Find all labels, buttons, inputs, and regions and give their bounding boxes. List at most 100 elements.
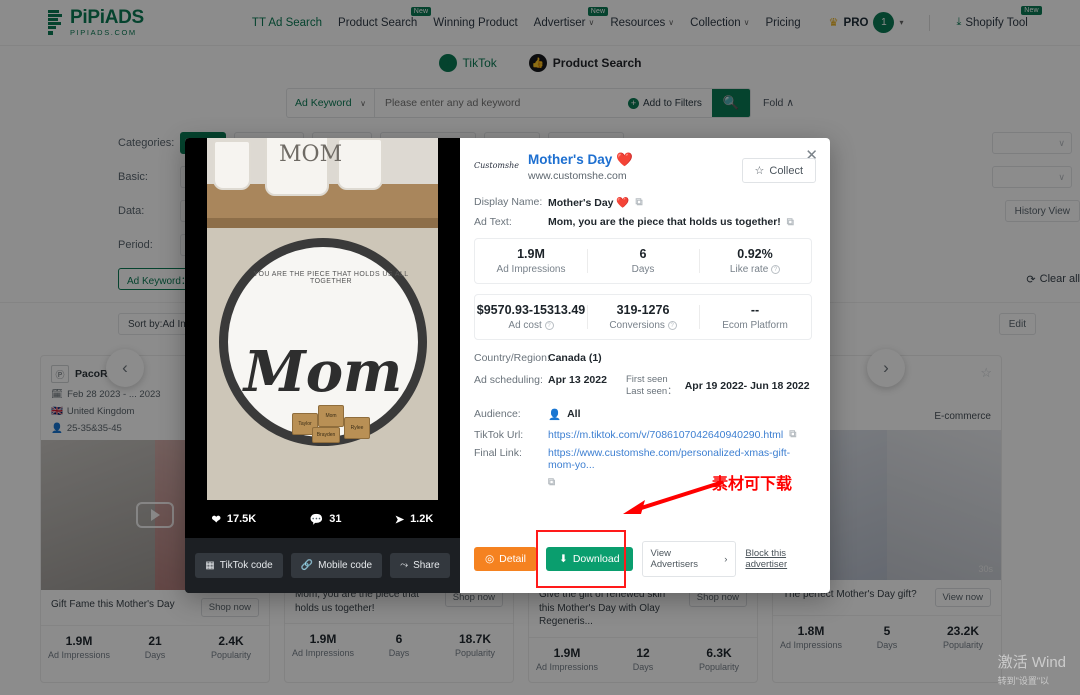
- help-icon[interactable]: ?: [667, 321, 677, 330]
- copy-icon[interactable]: ⧉: [636, 197, 643, 208]
- stat-value: $9570.93-15313.49: [476, 303, 586, 317]
- likes-value: 17.5K: [226, 513, 257, 525]
- stat-ad-cost: $9570.93-15313.49 Ad cost ?: [475, 295, 587, 339]
- detail-button[interactable]: ◎ Detail: [474, 547, 538, 571]
- stat-value: 6: [639, 247, 647, 261]
- audience-value-wrap: 👤 All: [548, 408, 581, 421]
- block-advertiser-link[interactable]: Block this advertiser: [745, 548, 830, 570]
- product-disc: YOU ARE THE PIECE THAT HOLDS US ALL TOGE…: [219, 238, 427, 446]
- ad-scheduling-row: Ad scheduling: Apr 13 2022 First seen La…: [474, 374, 812, 398]
- stat-label: Like rate ?: [699, 264, 811, 275]
- comments-value: 31: [329, 513, 342, 525]
- watermark-line-1: 激活 Wind: [997, 654, 1066, 671]
- stat-like-rate: 0.92% Like rate ?: [699, 239, 811, 283]
- puzzle-piece: Rylee: [344, 417, 370, 439]
- disc-word: Mom: [243, 339, 403, 405]
- stat-days: 6 Days: [587, 239, 699, 283]
- collect-label: Collect: [769, 164, 803, 177]
- stat-label-text: Ad cost: [508, 320, 542, 331]
- video-action-buttons: ▦ TikTok code 🔗 Mobile code ⤳ Share: [185, 538, 460, 593]
- mobile-code-button[interactable]: 🔗 Mobile code: [290, 553, 383, 578]
- copy-icon[interactable]: ⧉: [787, 217, 794, 228]
- brand-url[interactable]: www.customshe.com: [528, 170, 633, 182]
- puzzle-piece: Mom: [318, 405, 344, 427]
- annotation-arrow-icon: [623, 480, 724, 514]
- video-preview[interactable]: MOM YOU ARE THE PIECE THAT HOLDS US ALL …: [185, 138, 460, 518]
- stat-label: Days: [631, 264, 655, 275]
- field-key: Audience:: [474, 407, 521, 420]
- first-seen-label: First seen: [626, 374, 668, 385]
- stat-value: --: [750, 303, 760, 317]
- stat-ecom-platform: -- Ecom Platform: [699, 295, 811, 339]
- puzzle-piece: Brayden: [312, 427, 340, 443]
- likes-stat: ❤ 17.5K: [212, 513, 257, 526]
- disc-arc-text: YOU ARE THE PIECE THAT HOLDS US ALL TOGE…: [253, 271, 409, 285]
- field-key: Display Name:: [474, 196, 543, 208]
- seen-value: Apr 19 2022- Jun 18 2022: [684, 379, 810, 392]
- shares-value: 1.2K: [410, 513, 434, 525]
- stat-label: Ad Impressions: [496, 264, 566, 275]
- audience-row: Audience: 👤 All: [474, 408, 812, 421]
- share-button[interactable]: ⤳ Share: [390, 553, 450, 578]
- field-key: Final Link:: [474, 446, 522, 459]
- collect-button[interactable]: ☆ Collect: [741, 158, 816, 183]
- stat-label: Ad cost ?: [475, 320, 587, 331]
- comment-icon: 💬: [309, 513, 324, 526]
- field-value: Mother's Day ❤️ ⧉: [548, 196, 643, 209]
- final-link[interactable]: https://www.customshe.com/personalized-x…: [548, 447, 812, 471]
- field-key: TikTok Url:: [474, 428, 524, 441]
- stat-label-text: Like rate: [729, 264, 769, 275]
- modal-stats-top: 1.9M Ad Impressions 6 Days 0.92% Like ra…: [474, 238, 812, 284]
- detail-icon: ◎: [485, 553, 495, 565]
- help-icon[interactable]: ?: [544, 321, 554, 330]
- copy-icon[interactable]: ⧉: [548, 477, 555, 488]
- tiktok-url-link[interactable]: https://m.tiktok.com/v/70861070426409402…: [548, 429, 783, 441]
- modal-video-panel: MOM YOU ARE THE PIECE THAT HOLDS US ALL …: [185, 138, 460, 593]
- share-label: Share: [413, 560, 440, 571]
- audience-value: All: [567, 408, 581, 421]
- stat-label: Ecom Platform: [722, 320, 788, 331]
- windows-activation-watermark: 激活 Wind 转到"设置"以: [998, 651, 1066, 687]
- ad-text-value: Mom, you are the piece that holds us tog…: [548, 216, 781, 228]
- modal-action-bar: ◎ Detail ⬇ Download View Advertisers › B…: [474, 530, 830, 588]
- video-engagement-stats: ❤ 17.5K 💬 31 ➤ 1.2K: [185, 500, 460, 538]
- comments-stat: 💬 31: [310, 513, 342, 526]
- tiktok-code-button[interactable]: ▦ TikTok code: [195, 553, 283, 578]
- tiktok-url-row: TikTok Url: https://m.tiktok.com/v/70861…: [474, 429, 812, 441]
- shares-stat: ➤ 1.2K: [395, 513, 433, 526]
- stat-label-text: Conversions: [609, 320, 665, 331]
- stat-value: 319-1276: [616, 303, 670, 317]
- field-key: Ad scheduling:: [474, 374, 543, 386]
- modal-stats-bottom: $9570.93-15313.49 Ad cost ? 319-1276 Con…: [474, 294, 812, 340]
- link-icon: 🔗: [300, 560, 314, 571]
- field-key: Country/Region:: [474, 352, 550, 364]
- share-icon: ⤳: [400, 560, 409, 571]
- view-advertisers-label: View Advertisers: [650, 548, 699, 570]
- display-name-row: Display Name: Mother's Day ❤️ ⧉: [474, 196, 812, 209]
- view-advertisers-button[interactable]: View Advertisers ›: [641, 541, 737, 577]
- seen-key: First seen Last seen：: [626, 374, 677, 398]
- stat-value: 0.92%: [737, 247, 773, 261]
- help-icon[interactable]: ?: [771, 265, 781, 274]
- chevron-right-icon: ›: [724, 553, 728, 565]
- ad-detail-modal: MOM YOU ARE THE PIECE THAT HOLDS US ALL …: [185, 138, 830, 593]
- detail-label: Detail: [499, 553, 527, 565]
- heart-icon: ❤: [211, 513, 221, 526]
- copy-icon[interactable]: ⧉: [789, 429, 796, 440]
- country-row: Country/Region: Canada (1): [474, 352, 812, 364]
- qrcode-icon: ▦: [205, 560, 215, 571]
- brand-logo: Customshe: [474, 161, 519, 170]
- stat-ad-impressions: 1.9M Ad Impressions: [475, 239, 587, 283]
- tiktok-code-label: TikTok code: [219, 560, 273, 571]
- share-arrow-icon: ➤: [394, 513, 405, 526]
- last-seen-label: Last seen：: [626, 385, 677, 397]
- stat-conversions: 319-1276 Conversions ?: [587, 295, 699, 339]
- mobile-code-label: Mobile code: [318, 560, 373, 571]
- stat-value: 1.9M: [517, 247, 545, 261]
- field-value: Mom, you are the piece that holds us tog…: [548, 216, 794, 228]
- brand-title[interactable]: Mother's Day ❤️: [528, 152, 633, 168]
- scheduling-value: Apr 13 2022: [548, 374, 607, 386]
- star-icon: ☆: [754, 165, 765, 177]
- country-value: Canada (1): [548, 352, 602, 364]
- highlight-box: [536, 530, 627, 588]
